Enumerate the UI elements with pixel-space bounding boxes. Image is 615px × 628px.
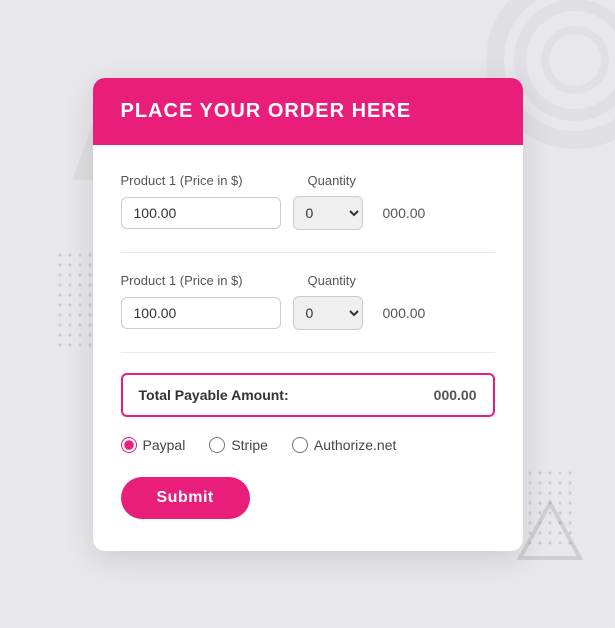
stripe-label: Stripe [231,437,268,453]
product1-row: Product 1 (Price in $) Quantity 0 1 2 3 … [121,173,495,230]
total-row: Total Payable Amount: 000.00 [121,373,495,417]
card-body: Product 1 (Price in $) Quantity 0 1 2 3 … [93,145,523,551]
product1-labels: Product 1 (Price in $) Quantity [121,173,495,188]
product2-price-input[interactable] [121,297,281,329]
product1-quantity-select[interactable]: 0 1 2 3 4 5 [293,196,363,230]
paypal-radio[interactable] [121,437,137,453]
product1-price-input[interactable] [121,197,281,229]
product2-row: Product 1 (Price in $) Quantity 0 1 2 3 … [121,273,495,330]
paypal-label: Paypal [143,437,186,453]
product2-labels: Product 1 (Price in $) Quantity [121,273,495,288]
stripe-radio[interactable] [209,437,225,453]
authorize-radio[interactable] [292,437,308,453]
page-title: PLACE YOUR ORDER HERE [121,100,495,123]
product2-row-total: 000.00 [383,305,426,321]
payment-option-paypal[interactable]: Paypal [121,437,186,453]
product2-quantity-select[interactable]: 0 1 2 3 4 5 [293,296,363,330]
payment-option-authorize[interactable]: Authorize.net [292,437,397,453]
total-value: 000.00 [434,387,477,403]
product2-label: Product 1 (Price in $) [121,273,296,288]
submit-button[interactable]: Submit [121,477,250,519]
product2-inputs: 0 1 2 3 4 5 000.00 [121,296,495,330]
total-label: Total Payable Amount: [139,387,289,403]
product1-inputs: 0 1 2 3 4 5 000.00 [121,196,495,230]
payment-options: Paypal Stripe Authorize.net [121,437,495,453]
product1-quantity-label: Quantity [308,173,356,188]
payment-option-stripe[interactable]: Stripe [209,437,268,453]
product2-quantity-label: Quantity [308,273,356,288]
product1-label: Product 1 (Price in $) [121,173,296,188]
card-header: PLACE YOUR ORDER HERE [93,78,523,145]
order-card: PLACE YOUR ORDER HERE Product 1 (Price i… [93,78,523,551]
divider2 [121,352,495,353]
authorize-label: Authorize.net [314,437,397,453]
product1-row-total: 000.00 [383,205,426,221]
divider1 [121,252,495,253]
